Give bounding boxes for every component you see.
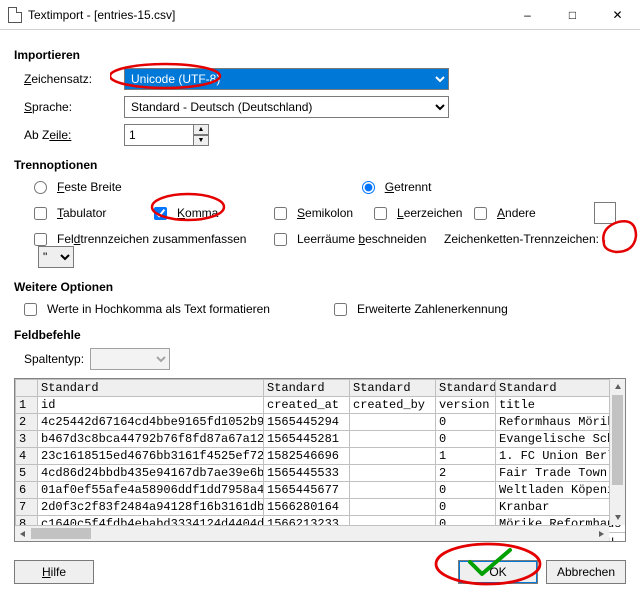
- table-row[interactable]: 3b467d3c8bca44792b76f8fd87a67a1231565445…: [16, 431, 626, 448]
- fromrow-down[interactable]: ▼: [193, 135, 209, 146]
- column-header[interactable]: Standard: [496, 380, 626, 397]
- column-header[interactable]: Standard: [264, 380, 350, 397]
- comma-checkbox[interactable]: Komma: [154, 206, 274, 220]
- table-row[interactable]: 24c25442d67164cd4bbe9165fd1052b961565445…: [16, 414, 626, 431]
- space-checkbox[interactable]: Leerzeichen: [374, 206, 474, 220]
- separated-radio[interactable]: Getrennt: [362, 180, 432, 194]
- document-icon: [8, 7, 22, 23]
- charset-label: Zeichensatz:: [14, 72, 124, 86]
- quoted-as-text-checkbox[interactable]: Werte in Hochkomma als Text formatieren: [24, 302, 334, 316]
- string-delim-combo[interactable]: ": [38, 246, 74, 268]
- extended-numbers-checkbox[interactable]: Erweiterte Zahlenerkennung: [334, 302, 508, 316]
- maximize-button[interactable]: □: [550, 0, 595, 30]
- table-row[interactable]: 72d0f3c2f83f2484a94128f16b3161dbb1566280…: [16, 499, 626, 516]
- other-checkbox[interactable]: Andere: [474, 206, 554, 220]
- preview-table[interactable]: StandardStandardStandardStandardStandard…: [14, 378, 626, 542]
- horizontal-scrollbar[interactable]: [15, 525, 609, 541]
- column-type-label: Spaltentyp:: [24, 352, 84, 366]
- table-row[interactable]: 601af0ef55afe4a58906ddf1dd7958a4f1565445…: [16, 482, 626, 499]
- column-header[interactable]: Standard: [350, 380, 436, 397]
- section-import: Importieren: [14, 48, 626, 62]
- help-button[interactable]: Hilfe: [14, 560, 94, 584]
- column-type-combo[interactable]: [90, 348, 170, 370]
- language-label: Sprache:: [14, 100, 124, 114]
- cancel-button[interactable]: Abbrechen: [546, 560, 626, 584]
- fixed-width-radio[interactable]: Feste Breite: [34, 180, 122, 194]
- column-header[interactable]: Standard: [38, 380, 264, 397]
- semicolon-checkbox[interactable]: Semikolon: [274, 206, 374, 220]
- table-row[interactable]: 423c1618515ed4676bb3161f4525ef7201582546…: [16, 448, 626, 465]
- fromrow-input[interactable]: [124, 124, 194, 146]
- language-combo[interactable]: Standard - Deutsch (Deutschland): [124, 96, 449, 118]
- minimize-button[interactable]: –: [505, 0, 550, 30]
- section-separators: Trennoptionen: [14, 158, 626, 172]
- other-separator-input[interactable]: [594, 202, 616, 224]
- table-row[interactable]: 54cd86d24bbdb435e94167db7ae39e6b61565445…: [16, 465, 626, 482]
- section-fields: Feldbefehle: [14, 328, 626, 342]
- table-row[interactable]: 1idcreated_atcreated_byversiontitle: [16, 397, 626, 414]
- close-button[interactable]: ✕: [595, 0, 640, 30]
- trim-spaces-checkbox[interactable]: Leerräume beschneiden: [274, 232, 444, 246]
- tab-checkbox[interactable]: Tabulator: [34, 206, 154, 220]
- string-delim-label: Zeichenketten-Trennzeichen:: [444, 232, 599, 246]
- merge-delimiters-checkbox[interactable]: Feldtrennzeichen zusammenfassen: [34, 232, 274, 246]
- charset-combo[interactable]: Unicode (UTF-8): [124, 68, 449, 90]
- fromrow-label: Ab Zeile:: [14, 128, 124, 142]
- column-header[interactable]: Standard: [436, 380, 496, 397]
- ok-button[interactable]: OK: [458, 560, 538, 584]
- fromrow-up[interactable]: ▲: [193, 124, 209, 135]
- titlebar: Textimport - [entries-15.csv] – □ ✕: [0, 0, 640, 30]
- vertical-scrollbar[interactable]: [609, 379, 625, 525]
- section-other: Weitere Optionen: [14, 280, 626, 294]
- window-title: Textimport - [entries-15.csv]: [28, 8, 175, 22]
